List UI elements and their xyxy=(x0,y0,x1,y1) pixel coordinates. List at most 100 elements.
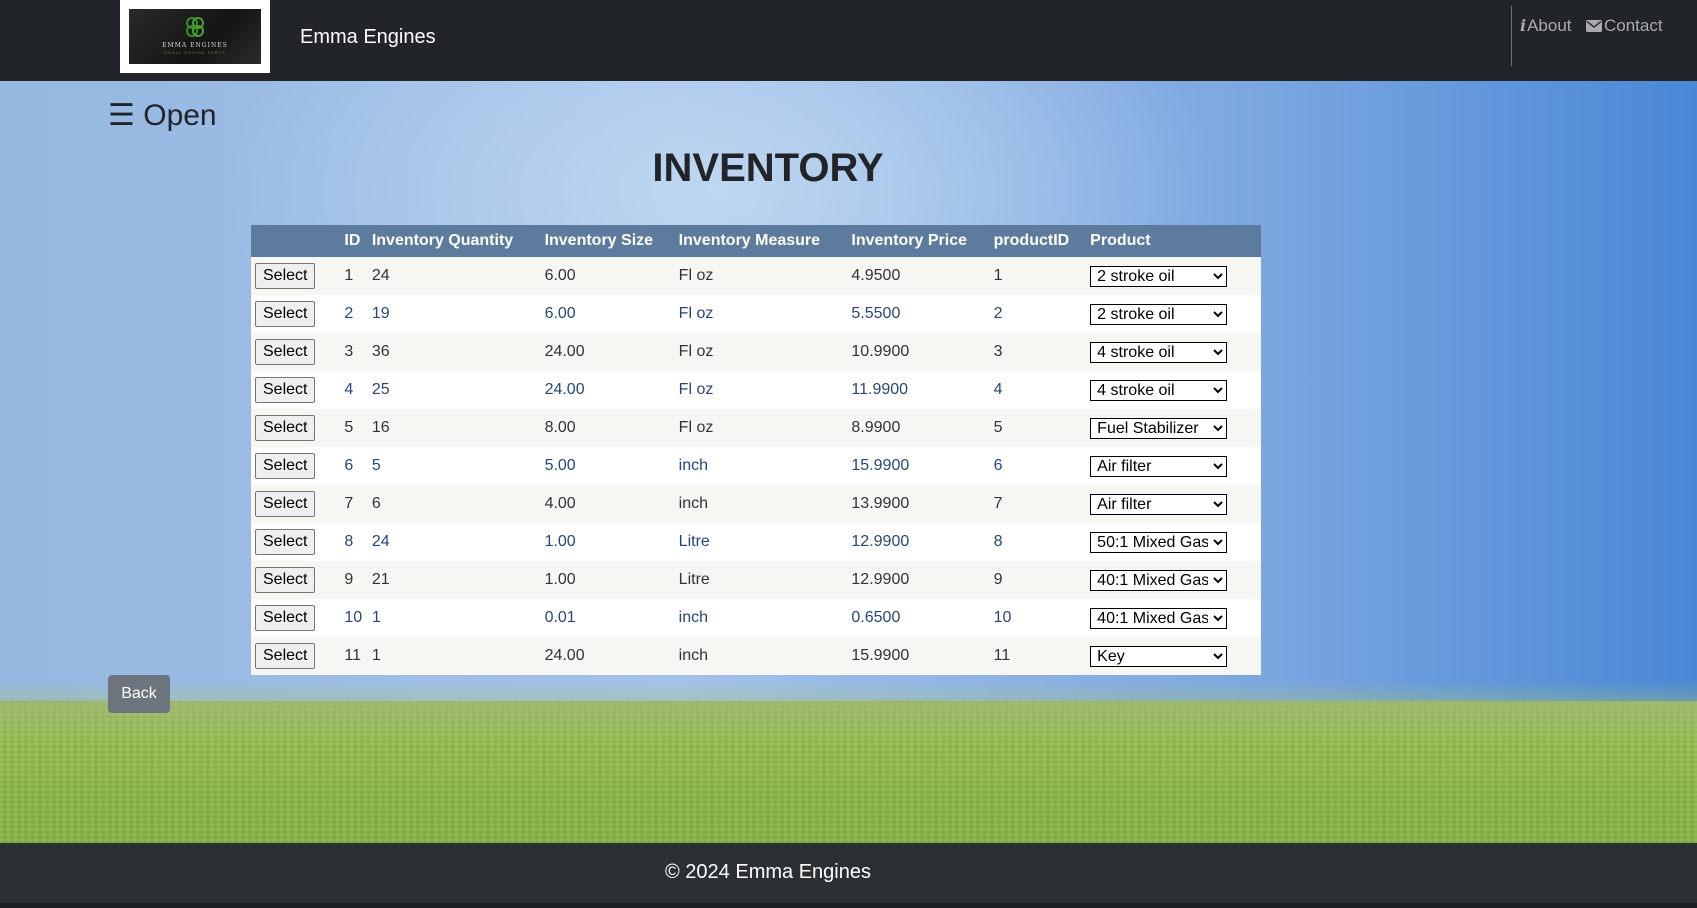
nav-about-label: About xyxy=(1527,16,1572,35)
cell-inventory-measure: Fl oz xyxy=(674,257,848,295)
cell-product-id: 1 xyxy=(989,257,1087,295)
column-header-quantity: Inventory Quantity xyxy=(367,225,541,257)
table-row: Select 1 24 6.00 Fl oz 4.9500 1 2 stroke oil xyxy=(251,257,1261,295)
cell-product-id: 8 xyxy=(989,523,1087,561)
cell-id: 7 xyxy=(340,485,368,523)
table-row: Select 10 1 0.01 inch 0.6500 10 40:1 Mixed Gas xyxy=(251,599,1261,637)
cell-inventory-measure: Fl oz xyxy=(674,371,848,409)
select-row-button[interactable]: Select xyxy=(255,377,316,403)
product-dropdown[interactable]: 50:1 Mixed Gas xyxy=(1090,531,1228,553)
cell-inventory-price: 0.6500 xyxy=(847,599,990,637)
top-navbar: EMMA ENGINES SMALL ENGINE PARTS Emma Eng… xyxy=(0,0,1697,81)
cell-inventory-quantity: 16 xyxy=(367,409,541,447)
cell-action: Select xyxy=(251,599,341,637)
cell-product: 2 stroke oil xyxy=(1086,257,1261,295)
cell-inventory-quantity: 1 xyxy=(367,599,541,637)
table-row: Select 7 6 4.00 inch 13.9900 7 Air filter xyxy=(251,485,1261,523)
cell-id: 10 xyxy=(340,599,368,637)
select-row-button[interactable]: Select xyxy=(255,301,316,327)
cell-product-id: 7 xyxy=(989,485,1087,523)
cell-inventory-size: 1.00 xyxy=(540,561,675,599)
nav-about-link[interactable]: i About xyxy=(1520,16,1572,36)
cell-product-id: 5 xyxy=(989,409,1087,447)
cell-product: 4 stroke oil xyxy=(1086,371,1261,409)
cell-inventory-size: 1.00 xyxy=(540,523,675,561)
cell-product-id: 9 xyxy=(989,561,1087,599)
product-dropdown[interactable]: 40:1 Mixed Gas xyxy=(1090,569,1228,591)
cell-inventory-measure: inch xyxy=(674,447,848,485)
cell-inventory-measure: Fl oz xyxy=(674,409,848,447)
cell-inventory-price: 11.9900 xyxy=(847,371,990,409)
select-row-button[interactable]: Select xyxy=(255,643,316,669)
cell-inventory-price: 12.9900 xyxy=(847,561,990,599)
cell-inventory-price: 8.9900 xyxy=(847,409,990,447)
table-row: Select 6 5 5.00 inch 15.9900 6 Air filter xyxy=(251,447,1261,485)
table-row: Select 3 36 24.00 Fl oz 10.9900 3 4 stroke oil xyxy=(251,333,1261,371)
cell-inventory-quantity: 21 xyxy=(367,561,541,599)
cell-inventory-price: 12.9900 xyxy=(847,523,990,561)
nav-divider xyxy=(1511,6,1512,66)
cell-action: Select xyxy=(251,371,341,409)
select-row-button[interactable]: Select xyxy=(255,339,316,365)
cell-product-id: 2 xyxy=(989,295,1087,333)
window-bottom-edge xyxy=(0,903,1697,908)
cell-inventory-quantity: 24 xyxy=(367,257,541,295)
select-row-button[interactable]: Select xyxy=(255,529,316,555)
cell-product: 50:1 Mixed Gas xyxy=(1086,523,1261,561)
logo-emblem-icon xyxy=(186,17,204,37)
select-row-button[interactable]: Select xyxy=(255,491,316,517)
cell-action: Select xyxy=(251,637,341,675)
cell-product: 40:1 Mixed Gas xyxy=(1086,599,1261,637)
product-dropdown[interactable]: 4 stroke oil xyxy=(1090,341,1228,363)
inventory-table: ID Inventory Quantity Inventory Size Inv… xyxy=(251,225,1261,675)
footer: © 2024 Emma Engines xyxy=(0,843,1697,903)
cell-product-id: 10 xyxy=(989,599,1087,637)
background-grass xyxy=(0,701,1697,843)
cell-product-id: 6 xyxy=(989,447,1087,485)
cell-inventory-quantity: 24 xyxy=(367,523,541,561)
back-button[interactable]: Back xyxy=(108,675,170,713)
table-row: Select 9 21 1.00 Litre 12.9900 9 40:1 Mixed Gas xyxy=(251,561,1261,599)
select-row-button[interactable]: Select xyxy=(255,415,316,441)
cell-id: 5 xyxy=(340,409,368,447)
logo-image: EMMA ENGINES SMALL ENGINE PARTS xyxy=(129,9,261,64)
cell-product-id: 11 xyxy=(989,637,1087,675)
cell-inventory-quantity: 1 xyxy=(367,637,541,675)
cell-inventory-measure: inch xyxy=(674,599,848,637)
cell-inventory-price: 15.9900 xyxy=(847,447,990,485)
select-row-button[interactable]: Select xyxy=(255,567,316,593)
product-dropdown[interactable]: Key xyxy=(1090,645,1228,667)
table-row: Select 2 19 6.00 Fl oz 5.5500 2 2 stroke oil xyxy=(251,295,1261,333)
cell-product: 4 stroke oil xyxy=(1086,333,1261,371)
cell-inventory-price: 13.9900 xyxy=(847,485,990,523)
cell-action: Select xyxy=(251,561,341,599)
cell-inventory-price: 15.9900 xyxy=(847,637,990,675)
nav-contact-link[interactable]: Contact xyxy=(1586,16,1663,36)
cell-inventory-size: 6.00 xyxy=(540,257,675,295)
select-row-button[interactable]: Select xyxy=(255,263,316,289)
cell-product: Air filter xyxy=(1086,447,1261,485)
select-row-button[interactable]: Select xyxy=(255,605,316,631)
select-row-button[interactable]: Select xyxy=(255,453,316,479)
logo[interactable]: EMMA ENGINES SMALL ENGINE PARTS xyxy=(120,0,270,73)
cell-action: Select xyxy=(251,257,341,295)
table-row: Select 11 1 24.00 inch 15.9900 11 Key xyxy=(251,637,1261,675)
cell-inventory-measure: inch xyxy=(674,485,848,523)
cell-product: Air filter xyxy=(1086,485,1261,523)
product-dropdown[interactable]: 40:1 Mixed Gas xyxy=(1090,607,1228,629)
product-dropdown[interactable]: Air filter xyxy=(1090,493,1228,515)
product-dropdown[interactable]: 4 stroke oil xyxy=(1090,379,1228,401)
product-dropdown[interactable]: 2 stroke oil xyxy=(1090,303,1228,325)
cell-inventory-size: 4.00 xyxy=(540,485,675,523)
cell-id: 1 xyxy=(340,257,368,295)
cell-id: 4 xyxy=(340,371,368,409)
cell-product: 2 stroke oil xyxy=(1086,295,1261,333)
brand-name[interactable]: Emma Engines xyxy=(300,25,436,49)
product-dropdown[interactable]: Fuel Stabilizer xyxy=(1090,417,1228,439)
product-dropdown[interactable]: 2 stroke oil xyxy=(1090,265,1228,287)
product-dropdown[interactable]: Air filter xyxy=(1090,455,1228,477)
page-title: INVENTORY xyxy=(652,146,884,190)
cell-action: Select xyxy=(251,447,341,485)
sidebar-open-toggle[interactable]: ☰ Open xyxy=(108,98,217,134)
cell-id: 3 xyxy=(340,333,368,371)
